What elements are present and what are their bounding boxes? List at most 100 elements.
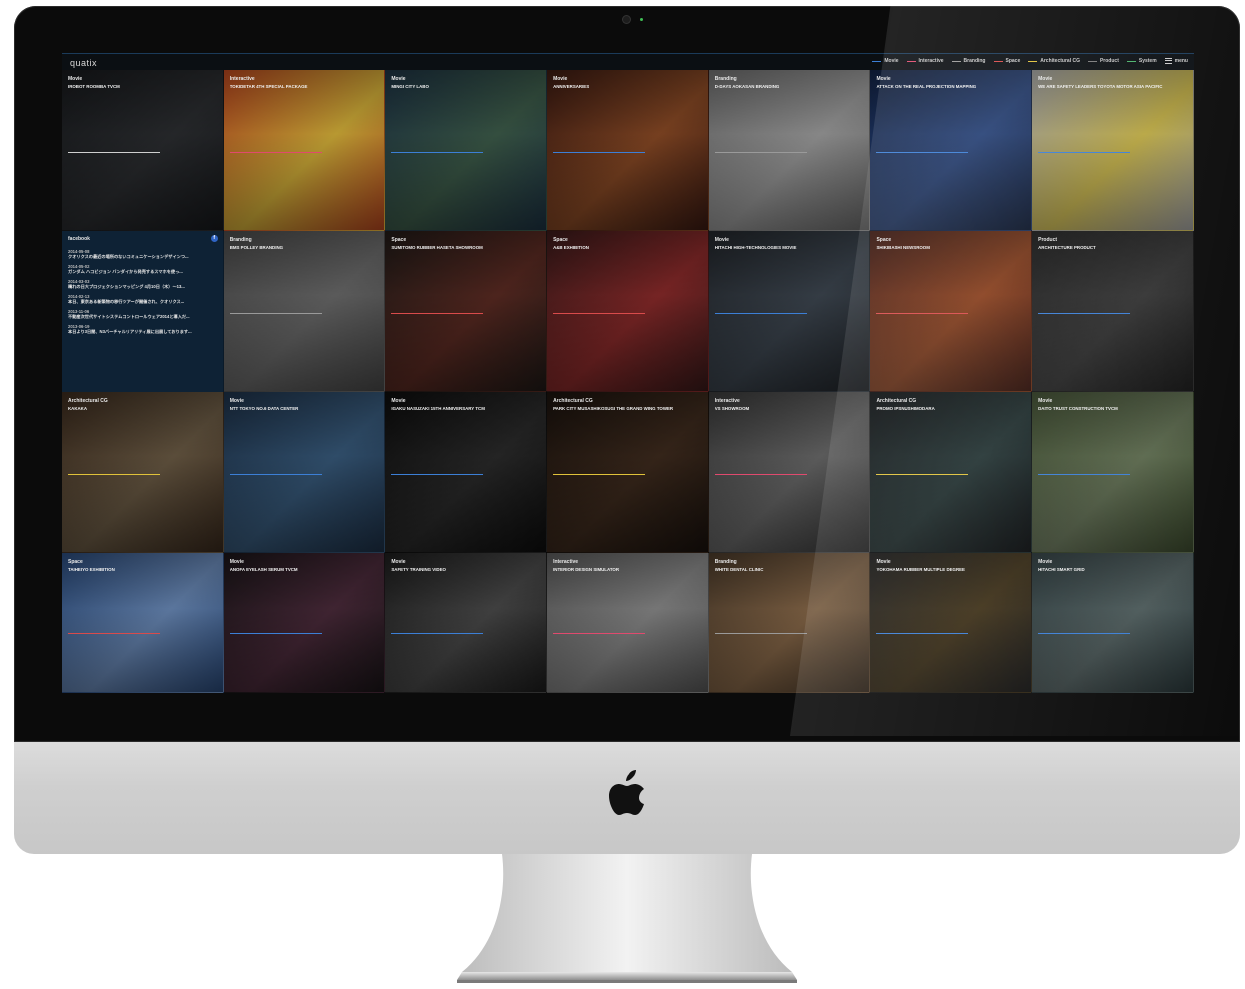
tile-title: TOKIDETAR 4th Special Package (229, 84, 308, 89)
tile-title: YOKOHAMA RUBBER MULTIPLE DEGREE (876, 567, 965, 572)
works-grid: Movie iRobot Roomba TVCM Interactive TOKIDE… (62, 70, 1194, 693)
work-tile[interactable]: Architectural CG PARK CITY MUSASHIKOSUGI … (547, 392, 709, 553)
work-tile[interactable]: Movie NTT TOKYO No.6 DATA CENTER (223, 392, 386, 553)
tile-category: Movie (229, 559, 244, 565)
work-tile[interactable]: Branding BMS POLLEY BRANDING (223, 231, 386, 392)
work-tile[interactable]: Movie iRobot Roomba TVCM (62, 70, 224, 231)
work-tile[interactable]: Branding WHITE DENTAL CLINIC (708, 553, 871, 693)
menu-button[interactable]: menu (1164, 58, 1188, 64)
tile-category: Movie (714, 237, 729, 243)
tile-overlay (708, 392, 870, 552)
facebook-post[interactable]: 2014-05-08 クオリクスの最近の場所のないコミュニケーションデザインつ..… (68, 249, 217, 260)
facebook-post[interactable]: 2014-05-02 ガンダム ハコビジョン バンダイから発売するスマホを使っ..… (68, 264, 217, 275)
nav-item-product[interactable]: Product (1087, 58, 1119, 64)
tile-overlay (1032, 553, 1193, 692)
tile-title: DAITO TRUST CONSTRUCTION TVCM (1038, 406, 1118, 411)
tile-overlay (547, 553, 708, 692)
work-tile[interactable]: Movie HITACHI SMART GRID (1032, 553, 1194, 693)
facebook-post[interactable]: 2014-02-13 本日、東京ある新築物の移行ツアーが開催され、クオリクス... (68, 294, 217, 305)
tile-accent-line (68, 633, 160, 634)
facebook-post[interactable]: 2014-03-03 晴れの日大プロジェクションマッピング 4月10日（木）〜13… (68, 279, 217, 290)
category-nav: Movie Interactive Branding Space Archite… (872, 58, 1188, 64)
tile-accent-line (391, 313, 484, 314)
tile-accent-line (1038, 633, 1131, 634)
nav-item-space[interactable]: Space (993, 58, 1020, 64)
apple-logo-icon (609, 770, 644, 815)
swatch-icon (1126, 60, 1136, 62)
work-tile[interactable]: Movie WE ARE SAFETY LEADERS TOYOTA MOTOR … (1032, 70, 1194, 231)
tile-overlay (708, 70, 870, 230)
work-tile[interactable]: Product ARCHITECTURE PRODUCT (1032, 231, 1194, 392)
work-tile[interactable]: Movie DAITO TRUST CONSTRUCTION TVCM (1032, 392, 1194, 553)
work-tile[interactable]: Branding D-DAYS AOKASAN BRANDING (708, 70, 871, 231)
work-tile[interactable]: Space SHIKIBASHI NEWSROOM (870, 231, 1033, 392)
tile-accent-line (391, 152, 484, 153)
tile-title: HITACHI HIGH-TECHNOLOGIES MOVIE (714, 245, 797, 250)
tile-category: Movie (68, 76, 83, 82)
tile-title: ARCHITECTURE PRODUCT (1038, 245, 1096, 250)
nav-item-system[interactable]: System (1126, 58, 1157, 64)
tile-overlay (870, 392, 1032, 552)
tile-accent-line (229, 313, 322, 314)
nav-label: Branding (963, 58, 986, 64)
nav-item-architectural-cg[interactable]: Architectural CG (1028, 58, 1080, 64)
work-tile[interactable]: Space SUMITOMO RUBBER HASETA SHOWROOM (385, 231, 548, 392)
work-tile[interactable]: Movie HITACHI HIGH-TECHNOLOGIES MOVIE (708, 231, 871, 392)
facebook-post[interactable]: 2013-06-19 本日より3日間、N3バーチャルリアリティ展に出展しております… (68, 324, 217, 335)
tile-overlay (1032, 231, 1193, 391)
tile-overlay (870, 231, 1032, 391)
work-tile[interactable]: Interactive TOKIDETAR 4th Special Package (223, 70, 386, 231)
tile-title: WE ARE SAFETY LEADERS TOYOTA MOTOR ASIA … (1038, 84, 1163, 89)
post-text: 本日より3日間、N3バーチャルリアリティ展に出展しております... (68, 329, 192, 334)
nav-item-interactive[interactable]: Interactive (906, 58, 944, 64)
tile-category: Movie (876, 559, 891, 565)
tile-accent-line (553, 474, 646, 475)
tile-category: Branding (714, 559, 737, 565)
work-tile[interactable]: Movie YOKOHAMA RUBBER MULTIPLE DEGREE (870, 553, 1033, 693)
work-tile[interactable]: Movie ANOFA EYELASH SERUM TVCM (223, 553, 386, 693)
website-screen: quatix Movie Interactive Branding Space … (62, 53, 1194, 693)
tile-accent-line (68, 152, 160, 153)
post-text: クオリクスの最近の場所のないコミュニケーションデザインつ... (68, 254, 189, 259)
facebook-icon[interactable]: f (210, 235, 218, 242)
work-tile[interactable]: Interactive VS SHOWROOM (708, 392, 871, 553)
nav-item-branding[interactable]: Branding (951, 58, 986, 64)
tile-category: Movie (1038, 76, 1053, 82)
work-tile[interactable]: Movie ATTACK ON THE REAL PROJECTION MAPPI… (870, 70, 1033, 231)
site-logo[interactable]: quatix (70, 58, 97, 68)
menu-label: menu (1174, 58, 1188, 64)
work-tile[interactable]: Movie ANNIVERSARIES (547, 70, 709, 231)
tile-accent-line (1038, 474, 1131, 475)
tile-title: iRobot Roomba TVCM (68, 84, 120, 89)
tile-overlay (547, 392, 708, 552)
facebook-post[interactable]: 2013-11-06 不動産次世代サイトシステムコントロールウェア2014と導入だ… (68, 309, 217, 320)
work-tile[interactable]: Interactive INTERIOR DESIGN SIMULATOR (547, 553, 709, 693)
swatch-icon (993, 60, 1003, 62)
work-tile[interactable]: Space TAIHEIYO EXHIBITION (62, 553, 224, 693)
work-tile[interactable]: Space a&B Exhibition (547, 231, 709, 392)
facebook-heading: facebook (68, 236, 90, 242)
work-tile[interactable]: Architectural CG KAKAKA (62, 392, 224, 553)
tile-overlay (547, 231, 708, 391)
nav-label: Interactive (918, 58, 944, 64)
tile-overlay (62, 70, 223, 230)
work-tile[interactable]: Movie SAFETY TRAINING VIDEO (385, 553, 548, 693)
tile-accent-line (714, 474, 807, 475)
tile-accent-line (1038, 152, 1131, 153)
nav-label: Movie (884, 58, 899, 64)
work-tile[interactable]: Movie MINGI CITY LABO (385, 70, 548, 231)
tile-category: Movie (391, 76, 406, 82)
tile-overlay (870, 553, 1032, 692)
tile-category: Movie (391, 398, 406, 404)
work-tile[interactable]: Architectural CG PROMO IPSNUSHIMODARA (870, 392, 1033, 553)
tile-overlay (223, 70, 385, 230)
tile-title: HITACHI SMART GRID (1038, 567, 1085, 572)
tile-title: Igaku Nasuzaki 15th Anniversary TCM (391, 406, 485, 411)
tile-category: Movie (1038, 559, 1053, 565)
work-tile[interactable]: Movie Igaku Nasuzaki 15th Anniversary TCM (385, 392, 548, 553)
swatch-icon (1087, 60, 1097, 62)
tile-category: Architectural CG (68, 398, 108, 404)
tile-accent-line (714, 313, 807, 314)
nav-item-movie[interactable]: Movie (872, 58, 899, 64)
tile-title: SUMITOMO RUBBER HASETA SHOWROOM (391, 245, 483, 250)
